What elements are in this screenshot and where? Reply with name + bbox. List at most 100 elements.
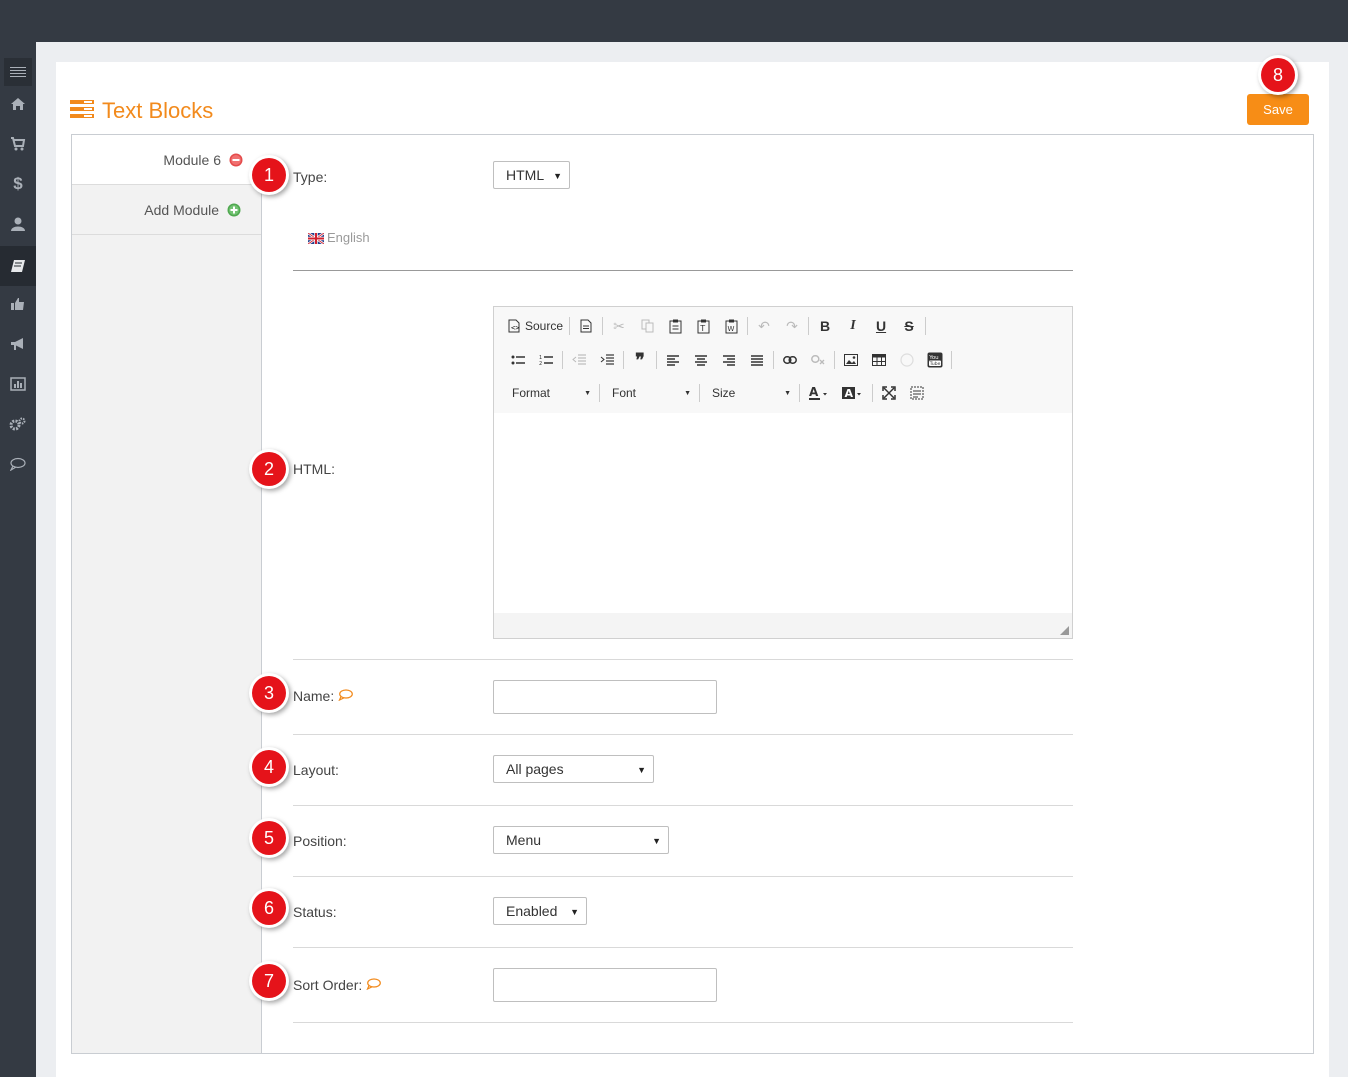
layout-value: All pages [506, 761, 564, 777]
indent-icon[interactable] [593, 347, 621, 373]
remove-icon[interactable] [229, 153, 243, 167]
maximize-icon[interactable] [875, 380, 903, 406]
book-icon[interactable] [0, 246, 36, 286]
align-center-icon[interactable] [687, 347, 715, 373]
format-label: Format [512, 386, 551, 400]
size-label: Size [712, 386, 736, 400]
top-bar [0, 0, 1348, 42]
toolbar-separator [951, 351, 952, 369]
align-left-icon[interactable] [659, 347, 687, 373]
outdent-icon[interactable] [565, 347, 593, 373]
position-value: Menu [506, 832, 542, 848]
source-button[interactable]: <> Source [504, 313, 567, 339]
tab-label: Add Module [144, 201, 219, 218]
status-row: Status: Enabled ▼ [293, 897, 1073, 925]
special-char-icon[interactable] [893, 347, 921, 373]
chevron-down-icon: ▼ [652, 836, 661, 846]
editor-content-area[interactable] [494, 413, 1072, 613]
status-label: Status: [293, 904, 337, 920]
strikethrough-icon[interactable]: S [895, 313, 923, 339]
youtube-icon[interactable]: You Tube [921, 347, 949, 373]
save-button[interactable]: Save [1247, 94, 1309, 125]
tooltip-icon[interactable] [366, 977, 382, 993]
new-page-icon[interactable] [572, 313, 600, 339]
type-select[interactable]: HTML ▼ [493, 161, 570, 189]
position-select[interactable]: Menu ▼ [493, 826, 669, 854]
thumbs-up-icon[interactable] [0, 284, 36, 324]
name-label-group: Name: [293, 688, 354, 704]
italic-icon[interactable]: I [839, 313, 867, 339]
paste-word-icon[interactable]: W [717, 313, 745, 339]
sort-order-label-group: Sort Order: [293, 977, 382, 993]
image-icon[interactable] [837, 347, 865, 373]
toolbar-separator [808, 317, 810, 335]
sort-order-input[interactable] [493, 968, 717, 1002]
underline-icon[interactable]: U [867, 313, 895, 339]
numbered-list-icon[interactable]: 12 [532, 347, 560, 373]
callout-badge-1: 1 [252, 158, 286, 192]
format-dropdown[interactable]: Format ▼ [502, 381, 597, 405]
status-value: Enabled [506, 903, 558, 919]
show-blocks-icon[interactable] [903, 380, 931, 406]
link-icon[interactable] [776, 347, 804, 373]
svg-text:A: A [845, 387, 854, 400]
redo-icon[interactable]: ↷ [778, 313, 806, 339]
callout-badge-4: 4 [252, 750, 286, 784]
bulleted-list-icon[interactable] [504, 347, 532, 373]
bar-chart-icon[interactable] [0, 364, 36, 404]
tab-module-6[interactable]: Module 6 [72, 135, 263, 185]
type-label: Type: [293, 169, 328, 185]
add-icon[interactable] [227, 203, 241, 217]
name-divider [293, 734, 1073, 735]
paste-icon[interactable] [661, 313, 689, 339]
copy-icon[interactable] [633, 313, 661, 339]
chat-icon[interactable] [0, 444, 36, 484]
tooltip-icon[interactable] [338, 688, 354, 704]
name-input[interactable] [493, 680, 717, 714]
menu-icon[interactable] [4, 58, 32, 86]
user-icon[interactable] [0, 204, 36, 244]
gears-icon[interactable] [0, 404, 36, 444]
toolbar-separator [602, 317, 604, 335]
text-color-icon[interactable]: A [802, 380, 836, 406]
font-label: Font [612, 386, 637, 400]
undo-icon[interactable]: ↶ [750, 313, 778, 339]
justify-icon[interactable] [743, 347, 771, 373]
megaphone-icon[interactable] [0, 324, 36, 364]
language-tab-english[interactable]: English [307, 230, 370, 245]
svg-text:You: You [928, 355, 938, 361]
cut-icon[interactable]: ✂ [605, 313, 633, 339]
paste-text-icon[interactable]: T [689, 313, 717, 339]
svg-text:W: W [727, 325, 734, 333]
chevron-down-icon: ▼ [553, 171, 562, 181]
resize-handle[interactable] [1060, 626, 1069, 635]
main-panel: Text Blocks Save Module 6 Add Module Typ… [56, 62, 1329, 1077]
layout-select[interactable]: All pages ▼ [493, 755, 654, 783]
cart-icon[interactable] [0, 124, 36, 164]
table-icon[interactable] [865, 347, 893, 373]
toolbar-row-2: 12 ❞ You Tube [504, 347, 954, 373]
callout-badge-5: 5 [252, 821, 286, 855]
toolbar-row-1: <> Source ✂ T W ↶ ↷ B I U S [504, 313, 928, 339]
tab-add-module[interactable]: Add Module [72, 185, 261, 235]
size-dropdown[interactable]: Size ▼ [702, 381, 797, 405]
chevron-down-icon: ▼ [570, 907, 579, 917]
bold-icon[interactable]: B [811, 313, 839, 339]
caret-down-icon: ▼ [684, 389, 691, 397]
font-dropdown[interactable]: Font ▼ [602, 381, 697, 405]
background-color-icon[interactable]: A [836, 380, 870, 406]
dollar-icon[interactable]: $ [0, 164, 36, 204]
status-select[interactable]: Enabled ▼ [493, 897, 587, 925]
layout-row: Layout: All pages ▼ [293, 755, 1073, 783]
home-icon[interactable] [0, 84, 36, 124]
unlink-icon[interactable] [804, 347, 832, 373]
source-label: Source [525, 319, 564, 333]
blockquote-icon[interactable]: ❞ [626, 347, 654, 373]
align-right-icon[interactable] [715, 347, 743, 373]
toolbar-row-3: Format ▼ Font ▼ Size ▼ A A [502, 380, 931, 406]
page-title-text: Text Blocks [102, 98, 214, 123]
toolbar-separator [799, 384, 800, 402]
svg-text:T: T [699, 324, 705, 333]
name-label: Name: [293, 688, 335, 704]
toolbar-separator [747, 317, 749, 335]
